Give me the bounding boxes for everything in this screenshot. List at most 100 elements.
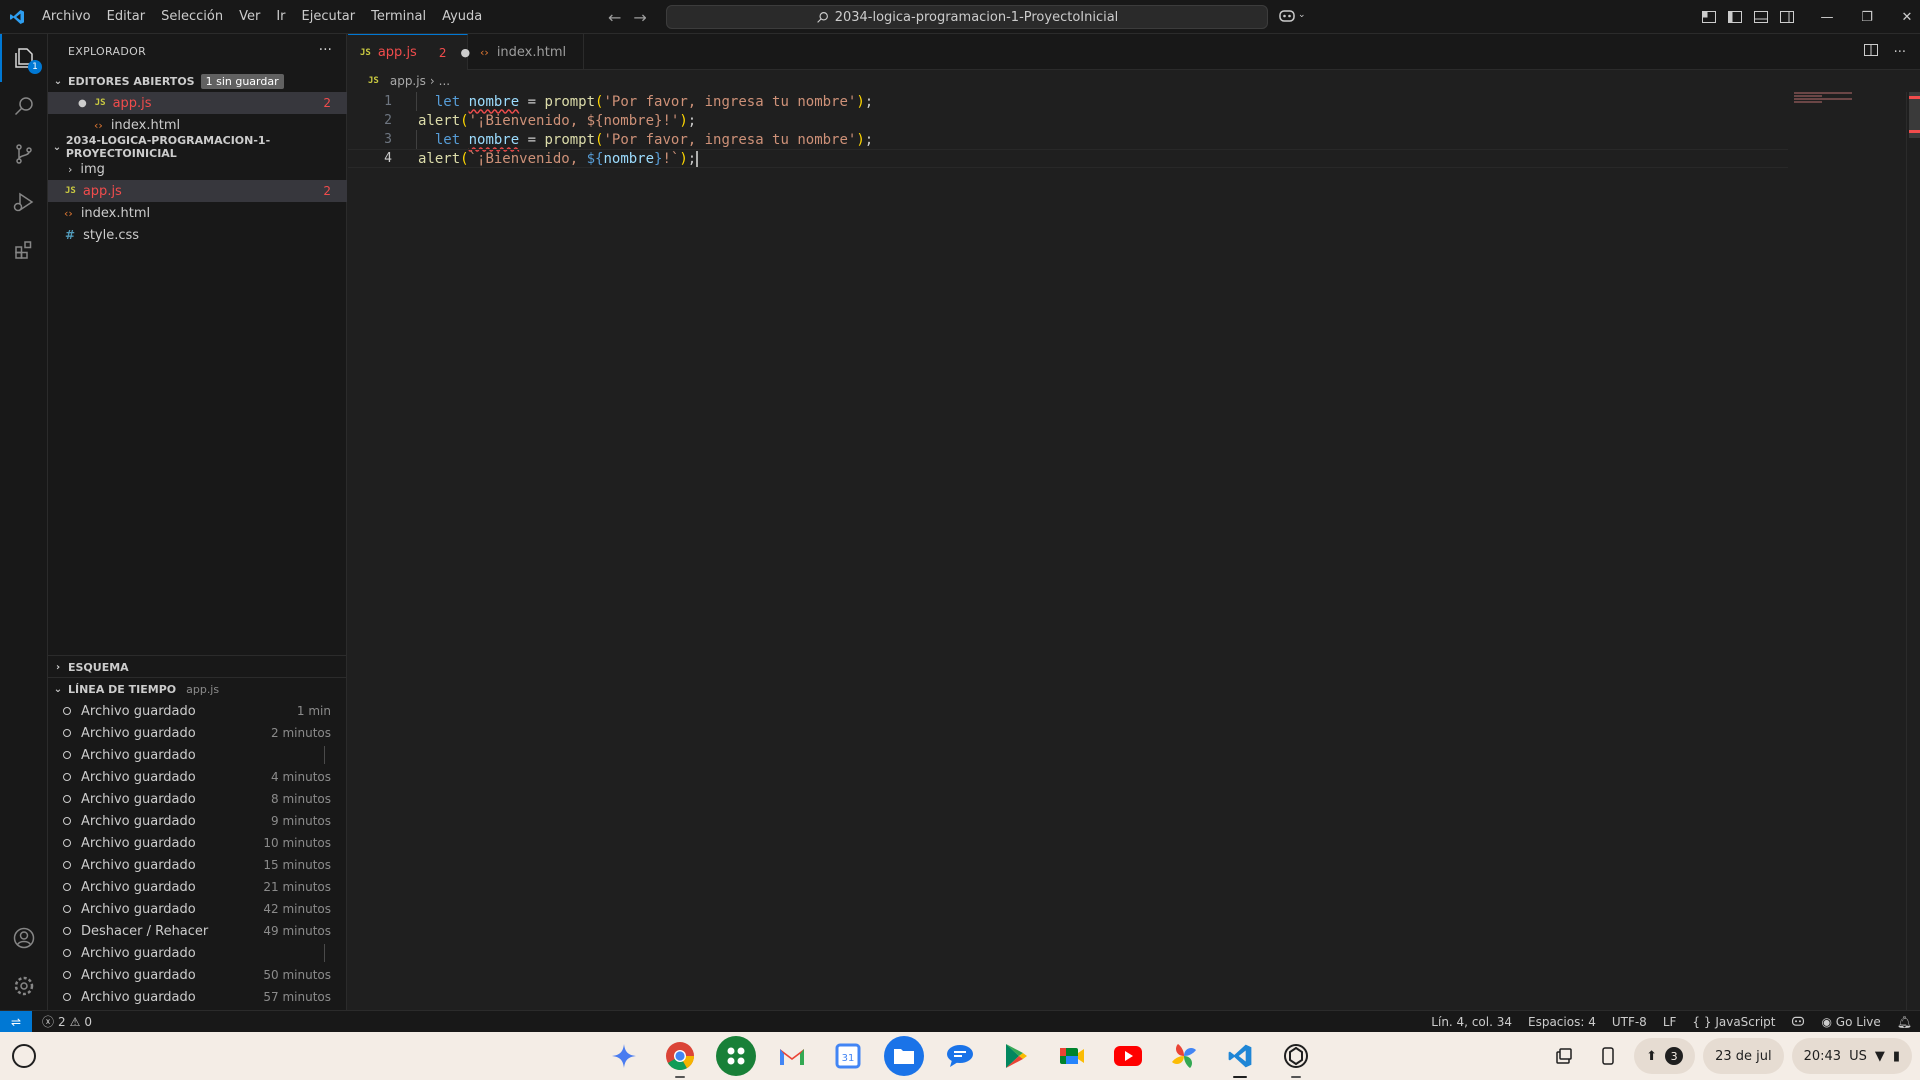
back-arrow-icon[interactable]: ← — [608, 8, 621, 27]
menu-bar: Archivo Editar Selección Ver Ir Ejecutar… — [34, 0, 490, 34]
date-display[interactable]: 23 de jul — [1703, 1038, 1784, 1074]
project-folder-header[interactable]: ⌄ 2034-LOGICA-PROGRAMACION-1-PROYECTOINI… — [48, 134, 347, 160]
timeline-item-label: Archivo guardado — [81, 725, 196, 741]
timeline-item[interactable]: Archivo guardado 9 minutos — [48, 810, 347, 832]
app-launcher-grid-icon[interactable] — [716, 1036, 756, 1076]
timeline-item[interactable]: Archivo guardado — [48, 942, 347, 964]
menu-terminal[interactable]: Terminal — [363, 0, 434, 34]
timeline-item[interactable]: Archivo guardado 21 minutos — [48, 876, 347, 898]
vscode-app-icon[interactable] — [1220, 1036, 1260, 1078]
explorer-icon[interactable]: 1 — [0, 34, 48, 82]
end-of-line[interactable]: LF — [1663, 1015, 1677, 1029]
close-icon[interactable]: ✕ — [1894, 0, 1920, 34]
timeline-file: app.js — [186, 682, 220, 696]
folder-img[interactable]: › img — [48, 158, 347, 180]
files-app-icon[interactable] — [884, 1036, 924, 1076]
calendar-app-icon[interactable]: 31 — [828, 1036, 868, 1076]
timeline-item[interactable]: Archivo guardado 57 minutos — [48, 986, 347, 1008]
manage-gear-icon[interactable] — [0, 962, 48, 1010]
timeline-circle-icon — [63, 839, 71, 847]
file-index-html[interactable]: ‹› index.html — [48, 202, 347, 224]
toggle-secondary-sidebar-icon[interactable] — [1774, 0, 1800, 34]
restore-icon[interactable]: ❐ — [1854, 0, 1880, 34]
menu-ver[interactable]: Ver — [231, 0, 268, 34]
file-style-css[interactable]: # style.css — [48, 224, 347, 246]
cursor-position[interactable]: Lín. 4, col. 34 — [1431, 1015, 1512, 1029]
open-editors-header[interactable]: ⌄ EDITORES ABIERTOS 1 sin guardar — [48, 70, 347, 92]
status-right: Lín. 4, col. 34 Espacios: 4 UTF-8 LF { }… — [1431, 1011, 1912, 1033]
language-mode[interactable]: { } JavaScript — [1692, 1015, 1775, 1029]
status-area[interactable]: 20:43 US ▼ ▮ — [1791, 1038, 1912, 1074]
file-app-js[interactable]: JS app.js 2 — [48, 180, 347, 202]
account-icon[interactable] — [0, 914, 48, 962]
tab-app-js[interactable]: JS app.js 2 ● — [348, 34, 470, 70]
source-control-icon[interactable] — [0, 130, 48, 178]
toggle-panel-icon[interactable] — [1748, 0, 1774, 34]
timeline-item[interactable]: Archivo guardado 1 min — [48, 700, 347, 722]
play-store-app-icon[interactable] — [996, 1036, 1036, 1076]
timeline-item[interactable]: Archivo guardado 2 minutos — [48, 722, 347, 744]
code-editor[interactable]: 1 let nombre = prompt('Por favor, ingres… — [348, 92, 1908, 1010]
menu-ayuda[interactable]: Ayuda — [434, 0, 490, 34]
go-live-button[interactable]: ◉ Go Live — [1821, 1015, 1880, 1029]
extensions-icon[interactable] — [0, 226, 48, 274]
timeline-item[interactable]: Archivo guardado 8 minutos — [48, 788, 347, 810]
timeline-circle-icon — [63, 949, 71, 957]
line-text: let nombre = prompt('Por favor, ingresa … — [434, 131, 874, 148]
timeline-item[interactable]: Archivo guardado — [48, 744, 347, 766]
photos-app-icon[interactable] — [1164, 1036, 1204, 1076]
error-icon: ⓧ — [42, 1015, 55, 1029]
phone-hub-icon[interactable] — [1590, 1038, 1626, 1074]
encoding[interactable]: UTF-8 — [1612, 1015, 1647, 1029]
timeline-item[interactable]: Deshacer / Rehacer 49 minutos — [48, 920, 347, 942]
breadcrumb-file[interactable]: app.js — [390, 74, 426, 88]
copilot-status-icon[interactable] — [1791, 1015, 1805, 1029]
command-center[interactable]: 2034-logica-programacion-1-ProyectoInici… — [666, 5, 1268, 29]
notification-area[interactable]: ⬆ 3 — [1634, 1038, 1696, 1074]
search-view-icon[interactable] — [0, 82, 48, 130]
problems-indicator[interactable]: ⓧ 2 ⚠ 0 — [42, 1013, 92, 1030]
tab-index-html[interactable]: ‹› index.html — [468, 34, 584, 70]
run-debug-icon[interactable] — [0, 178, 48, 226]
forward-arrow-icon[interactable]: → — [633, 8, 646, 27]
screen-capture-icon[interactable] — [1546, 1038, 1582, 1074]
timeline-item[interactable]: Archivo guardado 42 minutos — [48, 898, 347, 920]
notifications-bell-icon[interactable]: 🔔︎ — [1897, 1015, 1912, 1029]
menu-ejecutar[interactable]: Ejecutar — [294, 0, 364, 34]
customize-layout-icon[interactable] — [1696, 0, 1722, 34]
outline-header[interactable]: › ESQUEMA — [48, 656, 347, 678]
split-editor-icon[interactable] — [1863, 44, 1878, 60]
messages-app-icon[interactable] — [940, 1036, 980, 1076]
pinned-apps: 31 — [604, 1036, 1316, 1078]
breadcrumb-rest[interactable]: ... — [439, 74, 450, 88]
minimize-icon[interactable]: — — [1814, 0, 1840, 34]
file-name: style.css — [83, 227, 140, 243]
meet-app-icon[interactable] — [1052, 1036, 1092, 1076]
editor-scrollbar[interactable] — [1906, 92, 1920, 1010]
youtube-app-icon[interactable] — [1108, 1036, 1148, 1076]
menu-seleccion[interactable]: Selección — [153, 0, 231, 34]
toggle-sidebar-icon[interactable] — [1722, 0, 1748, 34]
gemini-app-icon[interactable] — [604, 1036, 644, 1076]
timeline-item[interactable]: Archivo guardado 10 minutos — [48, 832, 347, 854]
open-editor-app-js[interactable]: ● JS app.js 2 — [48, 92, 347, 114]
menu-ir[interactable]: Ir — [268, 0, 293, 34]
chatgpt-app-icon[interactable] — [1276, 1036, 1316, 1078]
menu-archivo[interactable]: Archivo — [34, 0, 99, 34]
launcher-icon[interactable] — [12, 1044, 36, 1068]
minimap[interactable] — [1794, 92, 1906, 104]
timeline-item[interactable]: Archivo guardado 4 minutos — [48, 766, 347, 788]
timeline-item[interactable]: Archivo guardado 50 minutos — [48, 964, 347, 986]
menu-editar[interactable]: Editar — [99, 0, 154, 34]
copilot-button[interactable]: ⌄ — [1278, 8, 1306, 22]
more-actions-icon[interactable]: ··· — [319, 34, 332, 70]
gmail-app-icon[interactable] — [772, 1036, 812, 1076]
chrome-app-icon[interactable] — [660, 1036, 700, 1078]
indentation[interactable]: Espacios: 4 — [1528, 1015, 1596, 1029]
clock: 20:43 — [1803, 1048, 1842, 1064]
remote-indicator-icon[interactable]: ⇌ — [0, 1010, 32, 1033]
timeline-item[interactable]: Archivo guardado 15 minutos — [48, 854, 347, 876]
timeline-header[interactable]: ⌄ LÍNEA DE TIEMPO app.js — [48, 678, 347, 700]
more-actions-icon[interactable]: ··· — [1894, 45, 1906, 60]
open-editor-index-html[interactable]: ‹› index.html — [48, 114, 347, 136]
